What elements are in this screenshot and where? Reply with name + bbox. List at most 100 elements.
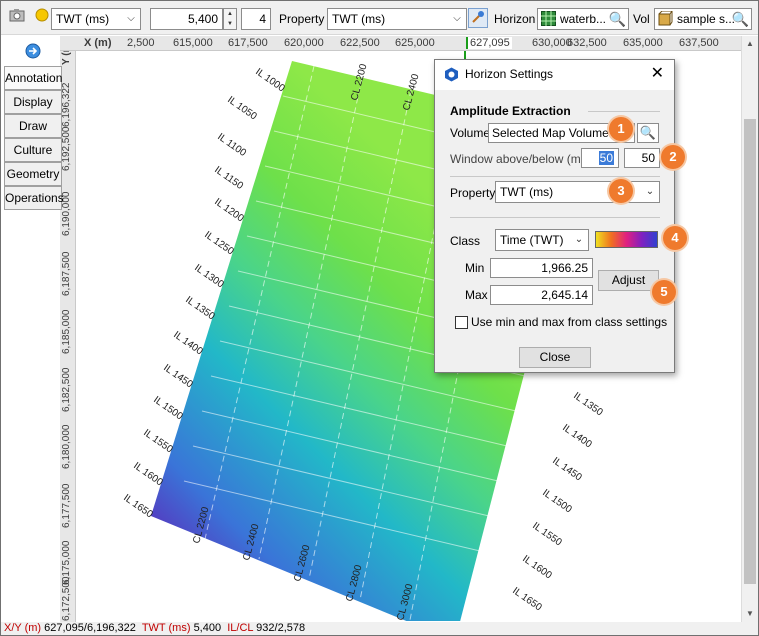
il-label: IL 1650 xyxy=(121,492,155,520)
navigate-arrow-icon[interactable] xyxy=(25,43,41,62)
property-combo[interactable]: TWT (ms) ⌵ xyxy=(327,8,467,30)
dialog-title: Horizon Settings xyxy=(465,67,554,81)
spin-up-icon[interactable]: ▲ xyxy=(224,9,236,19)
volume-cube-icon xyxy=(658,10,673,29)
min-field[interactable]: 1,966.25 xyxy=(490,258,593,278)
close-icon[interactable]: ✕ xyxy=(651,65,664,83)
il-right-labels: IL 1350 IL 1400 IL 1450 IL 1500 IL 1550 … xyxy=(510,390,605,613)
value-field[interactable]: 5,400 xyxy=(150,8,223,30)
ilcl-key: IL/CL xyxy=(227,622,254,634)
camera-icon[interactable] xyxy=(7,8,27,28)
tab-culture[interactable]: Culture xyxy=(4,138,62,162)
spin-down-icon[interactable]: ▼ xyxy=(224,19,236,29)
il-label: IL 1350 xyxy=(183,294,217,322)
y-ruler: Y (m) 6,196,322 6,192,500 6,190,000 6,18… xyxy=(60,51,76,622)
scroll-down-icon[interactable]: ▼ xyxy=(742,606,758,622)
max-field[interactable]: 2,645.14 xyxy=(490,285,593,305)
horizon-selector[interactable]: waterb... 🔍 xyxy=(537,8,629,30)
x-tick: 630,000 xyxy=(532,37,572,49)
callout-badge-3: 3 xyxy=(609,179,633,203)
tab-operations[interactable]: Operations xyxy=(4,186,64,210)
use-class-minmax-checkbox[interactable] xyxy=(455,316,468,329)
property-combo[interactable]: TWT (ms) ⌄ xyxy=(495,181,660,203)
color-ramp-swatch[interactable] xyxy=(595,231,658,248)
attribute-combo[interactable]: TWT (ms) ⌵ xyxy=(51,8,141,30)
chevron-down-icon: ⌵ xyxy=(453,13,461,24)
main-toolbar: TWT (ms) ⌵ 5,400 ▲ ▼ 4 Property TWT (ms)… xyxy=(1,1,758,35)
min-label: Min xyxy=(465,261,485,275)
il-label: IL 1600 xyxy=(520,553,554,581)
il-label: IL 1500 xyxy=(540,487,574,515)
property-combo-value: TWT (ms) xyxy=(332,12,386,26)
value-spinner[interactable]: ▲ ▼ xyxy=(223,8,237,30)
callout-badge-1: 1 xyxy=(609,117,633,141)
volume-selector[interactable]: sample s... 🔍 xyxy=(654,8,752,30)
window-below-field[interactable]: 50 xyxy=(624,148,660,168)
adjust-button[interactable]: Adjust xyxy=(598,270,659,291)
chevron-down-icon: ⌵ xyxy=(127,13,135,24)
select-horizon-tool-icon[interactable] xyxy=(468,8,488,28)
class-combo-value: Time (TWT) xyxy=(500,233,564,247)
tab-annotation[interactable]: Annotation xyxy=(4,66,62,90)
horizon-label: Horizon xyxy=(494,12,536,26)
max-label: Max xyxy=(465,288,488,302)
section-divider xyxy=(588,111,660,112)
x-tick: 615,000 xyxy=(173,37,213,49)
y-axis-label: Y (m) xyxy=(61,51,72,65)
class-combo[interactable]: Time (TWT) ⌄ xyxy=(495,229,589,251)
step-field[interactable]: 4 xyxy=(241,8,271,30)
app-hex-icon xyxy=(444,67,459,82)
y-tick: 6,185,000 xyxy=(61,309,72,355)
il-label: IL 1350 xyxy=(571,390,605,418)
x-tick: 2,500 xyxy=(127,37,155,49)
x-tick: 622,500 xyxy=(340,37,380,49)
horizon-dot-icon xyxy=(32,8,52,28)
vertical-scrollbar[interactable]: ▲ ▼ xyxy=(741,36,758,622)
x-tick: 625,000 xyxy=(395,37,435,49)
vol-value: sample s... xyxy=(677,12,736,26)
xy-value: 627,095/6,196,322 xyxy=(44,622,136,634)
property-label: Property xyxy=(279,12,325,26)
volume-label: Volume xyxy=(450,126,491,140)
tab-display[interactable]: Display xyxy=(4,90,62,114)
il-label: IL 1550 xyxy=(141,427,175,455)
tab-draw[interactable]: Draw xyxy=(4,114,62,138)
divider xyxy=(450,176,660,177)
x-tick: 632,500 xyxy=(567,37,607,49)
twt-key: TWT (ms) xyxy=(141,622,191,634)
y-tick: 6,192,500 xyxy=(61,126,72,172)
x-tick: 635,000 xyxy=(623,37,663,49)
il-label: IL 1550 xyxy=(530,520,564,548)
il-label: IL 1050 xyxy=(225,94,259,122)
il-label: IL 1200 xyxy=(212,196,246,224)
section-heading: Amplitude Extraction xyxy=(450,104,571,118)
search-icon[interactable]: 🔍 xyxy=(637,123,659,143)
y-tick: 6,187,500 xyxy=(61,251,72,297)
scroll-up-icon[interactable]: ▲ xyxy=(742,36,758,52)
close-button[interactable]: Close xyxy=(519,347,591,368)
dialog-titlebar[interactable]: Horizon Settings ✕ xyxy=(435,60,674,90)
x-axis-label: X (m) xyxy=(84,37,112,49)
il-label: IL 1150 xyxy=(212,164,245,192)
chevron-down-icon: ⌄ xyxy=(574,234,584,245)
il-label: IL 1000 xyxy=(253,66,287,94)
x-ruler: X (m) 2,500 615,000 617,500 620,000 622,… xyxy=(60,36,741,51)
scroll-thumb[interactable] xyxy=(744,119,756,584)
il-label: IL 1250 xyxy=(202,229,236,257)
property-label: Property xyxy=(450,186,496,200)
il-label: IL 1450 xyxy=(161,362,195,390)
attribute-combo-value: TWT (ms) xyxy=(56,12,110,26)
il-label: IL 1600 xyxy=(131,460,165,488)
twt-value: 5,400 xyxy=(193,622,222,634)
chevron-down-icon: ⌄ xyxy=(645,186,655,197)
search-icon[interactable]: 🔍 xyxy=(732,9,749,29)
window-above-field[interactable]: 50 xyxy=(581,148,619,168)
window-label: Window above/below (ms) xyxy=(450,152,591,166)
grid-icon xyxy=(541,11,556,29)
ilcl-value: 932/2,578 xyxy=(256,622,306,634)
il-label: IL 1400 xyxy=(171,329,205,357)
tab-geometry[interactable]: Geometry xyxy=(4,162,62,186)
search-icon[interactable]: 🔍 xyxy=(609,9,626,29)
y-tick: 6,177,500 xyxy=(61,483,72,529)
il-label: IL 1650 xyxy=(510,585,544,613)
